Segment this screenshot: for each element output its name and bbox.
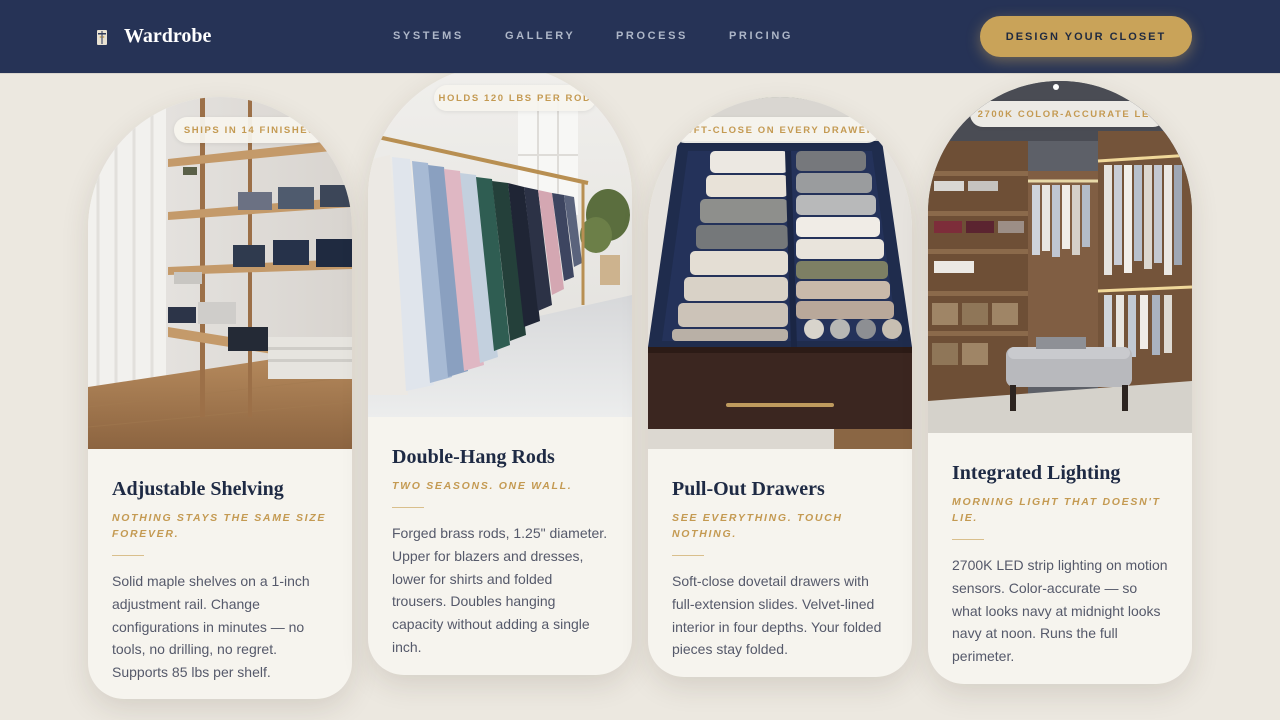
nav-gallery[interactable]: GALLERY: [505, 30, 575, 42]
divider: [952, 539, 984, 540]
feature-card-shelving[interactable]: SHIPS IN 14 FINISHES Adjustable Shelving…: [88, 97, 352, 699]
shelving-illustration: [88, 97, 352, 449]
site-header: Wardrobe SYSTEMS GALLERY PROCESS PRICING…: [0, 0, 1280, 73]
feature-card-drawers[interactable]: SOFT-CLOSE ON EVERY DRAWER Pull-Out Draw…: [648, 97, 912, 677]
card-tagline: MORNING LIGHT THAT DOESN'T LIE.: [952, 496, 1161, 524]
lighting-badge: 2700K COLOR-ACCURATE LED: [970, 101, 1166, 127]
rods-illustration: [368, 65, 632, 417]
nav-systems[interactable]: SYSTEMS: [393, 30, 464, 42]
card-description: Soft-close dovetail drawers with full-ex…: [672, 573, 882, 658]
nav-process[interactable]: PROCESS: [616, 30, 688, 42]
divider: [392, 507, 424, 508]
lighting-photo: 2700K COLOR-ACCURATE LED: [928, 81, 1192, 433]
lighting-illustration: [928, 81, 1192, 433]
card-tagline: TWO SEASONS. ONE WALL.: [392, 480, 573, 492]
card-title: Double-Hang Rods: [392, 446, 555, 468]
drawers-photo: SOFT-CLOSE ON EVERY DRAWER: [648, 97, 912, 449]
design-your-closet-button[interactable]: DESIGN YOUR CLOSET: [980, 16, 1192, 57]
card-description: Forged brass rods, 1.25" diameter. Upper…: [392, 525, 608, 655]
shelving-photo: SHIPS IN 14 FINISHES: [88, 97, 352, 449]
card-tagline: SEE EVERYTHING. TOUCH NOTHING.: [672, 512, 843, 540]
card-title: Pull-Out Drawers: [672, 478, 825, 500]
divider: [672, 555, 704, 556]
shelving-badge: SHIPS IN 14 FINISHES: [174, 117, 326, 143]
card-description: Solid maple shelves on a 1-inch adjustme…: [112, 573, 310, 681]
card-tagline: NOTHING STAYS THE SAME SIZE FOREVER.: [112, 512, 327, 540]
rods-photo: HOLDS 120 LBS PER ROD: [368, 65, 632, 417]
drawers-illustration: [648, 97, 912, 449]
closet-icon: [97, 29, 107, 45]
card-description: 2700K LED strip lighting on motion senso…: [952, 557, 1168, 665]
drawers-badge: SOFT-CLOSE ON EVERY DRAWER: [672, 117, 880, 143]
nav-pricing[interactable]: PRICING: [729, 30, 793, 42]
divider: [112, 555, 144, 556]
card-title: Integrated Lighting: [952, 462, 1121, 484]
feature-card-lighting[interactable]: 2700K COLOR-ACCURATE LED Integrated Ligh…: [928, 81, 1192, 684]
rods-badge: HOLDS 120 LBS PER ROD: [434, 85, 596, 111]
brand-name: Wardrobe: [124, 25, 212, 47]
feature-card-rods[interactable]: HOLDS 120 LBS PER ROD Double-Hang Rods T…: [368, 65, 632, 675]
brand-logo[interactable]: Wardrobe: [92, 0, 211, 73]
card-title: Adjustable Shelving: [112, 478, 284, 500]
